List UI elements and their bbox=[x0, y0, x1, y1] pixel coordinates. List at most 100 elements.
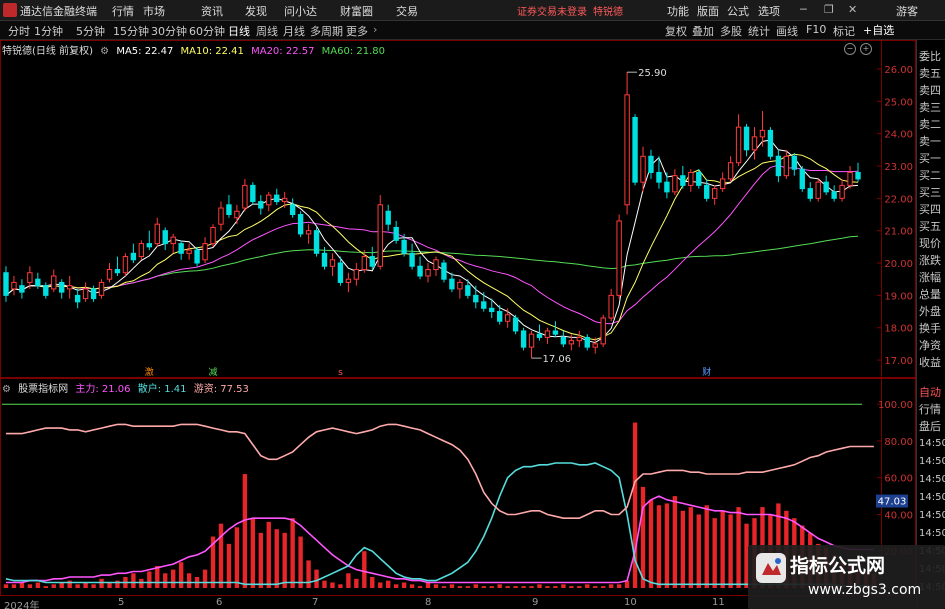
chart-area[interactable]: 17.00 18.00 19.00 20.00 21.00 22.00 23.00 24.00… bbox=[0, 0, 916, 609]
candle-body bbox=[688, 171, 694, 186]
indicator-bar bbox=[529, 586, 534, 588]
candle-body bbox=[544, 330, 551, 338]
candle-body bbox=[35, 278, 41, 287]
indicator-bar bbox=[521, 586, 526, 588]
tab-auto[interactable]: 自动 bbox=[919, 386, 941, 400]
indicator-bar bbox=[330, 582, 335, 588]
candle-body bbox=[3, 272, 9, 296]
candle-body bbox=[807, 188, 813, 199]
candle-body bbox=[122, 256, 129, 274]
candle-body bbox=[194, 249, 200, 264]
indicator-bar bbox=[99, 578, 104, 588]
indicator-bar bbox=[322, 580, 327, 588]
candle-body bbox=[321, 252, 328, 267]
indicator-bar bbox=[712, 518, 717, 588]
quote-label-sell-3: 卖三 bbox=[919, 101, 941, 114]
candle-body bbox=[154, 223, 160, 245]
candle-body bbox=[51, 275, 57, 290]
indicator-bar bbox=[178, 562, 184, 588]
candle-body bbox=[449, 278, 455, 290]
candle-body bbox=[82, 288, 89, 300]
indicator-bar bbox=[234, 527, 240, 588]
candle-body bbox=[441, 262, 447, 280]
indicator-bar bbox=[266, 521, 271, 588]
candle-body bbox=[624, 94, 630, 206]
indicator-bar bbox=[378, 582, 383, 588]
indicator-bar bbox=[441, 586, 447, 588]
indicator-bar bbox=[290, 518, 295, 588]
indicator-bar bbox=[656, 505, 662, 588]
candle-body bbox=[616, 220, 622, 296]
candle-body bbox=[11, 281, 17, 290]
candle-body bbox=[735, 126, 742, 164]
candle-body bbox=[162, 230, 168, 245]
candle-body bbox=[799, 168, 805, 190]
indicator-bar bbox=[481, 586, 486, 588]
candle-body bbox=[59, 281, 65, 293]
indicator-bar bbox=[680, 510, 686, 588]
candle-body bbox=[791, 155, 798, 170]
indicator-bar bbox=[449, 584, 455, 588]
indicator-bar bbox=[27, 584, 33, 588]
candle-body bbox=[680, 175, 686, 186]
candle-body bbox=[74, 294, 81, 303]
candle-body bbox=[210, 226, 216, 245]
candle-body bbox=[353, 268, 360, 280]
candle-body bbox=[656, 171, 662, 183]
indicator-bar bbox=[147, 571, 152, 588]
candle-body bbox=[696, 171, 702, 186]
candle-body bbox=[146, 243, 153, 248]
candle-body bbox=[218, 207, 224, 225]
candle-body bbox=[329, 259, 336, 267]
indicator-bar bbox=[386, 580, 391, 588]
event-marker: 激 bbox=[145, 366, 154, 378]
quote-label-buy-4: 买四 bbox=[919, 203, 941, 216]
candle-body bbox=[98, 281, 105, 296]
tab-quotes[interactable]: 行情 bbox=[919, 403, 941, 417]
indicator-bar bbox=[218, 523, 224, 588]
indicator-bar bbox=[370, 576, 375, 588]
candle-body bbox=[170, 236, 176, 245]
event-marker: 财 bbox=[702, 366, 711, 378]
quote-label-total-volume: 总量 bbox=[919, 288, 941, 301]
indicator-y-tick-label: 80.00 bbox=[884, 437, 913, 448]
candle-body bbox=[401, 239, 407, 254]
y-axis-tick-label: 18.00 bbox=[884, 324, 913, 335]
candle-body bbox=[847, 171, 853, 186]
indicator-bar bbox=[75, 584, 80, 588]
tab-after-hours[interactable]: 盘后 bbox=[919, 420, 941, 434]
indicator-bar bbox=[107, 582, 112, 588]
x-axis-label: 8 bbox=[425, 597, 432, 608]
candle-body bbox=[393, 226, 399, 241]
y-axis-tick-label: 24.00 bbox=[884, 130, 913, 141]
indicator-bar bbox=[242, 474, 248, 588]
candle-body bbox=[281, 197, 288, 203]
candle-body bbox=[719, 178, 726, 190]
candle-body bbox=[409, 252, 415, 267]
indicator-bar bbox=[250, 518, 256, 588]
candle-body bbox=[250, 184, 256, 203]
indicator-bar bbox=[457, 586, 463, 588]
indicator-bar bbox=[569, 586, 574, 588]
indicator-bar bbox=[35, 582, 41, 588]
watermark-title: 指标公式网 bbox=[790, 555, 886, 577]
candle-body bbox=[727, 162, 734, 180]
watermark-logo-icon bbox=[756, 553, 786, 583]
indicator-bar bbox=[354, 578, 359, 588]
candle-body bbox=[815, 181, 821, 199]
y-axis-tick-label: 21.00 bbox=[884, 227, 913, 238]
quote-label-turnover: 换手 bbox=[919, 322, 941, 335]
candle-body bbox=[560, 336, 567, 345]
trade-time: 14:50 bbox=[919, 510, 945, 521]
indicator-bar bbox=[585, 584, 590, 588]
candle-body bbox=[178, 243, 184, 254]
indicator-bar bbox=[298, 536, 303, 588]
quote-label-earnings: 收益 bbox=[919, 356, 941, 369]
candle-body bbox=[361, 256, 368, 270]
indicator-bar bbox=[401, 582, 407, 588]
candle-body bbox=[504, 314, 511, 322]
indicator-bar bbox=[131, 573, 136, 588]
indicator-bar bbox=[409, 584, 415, 588]
candle-body bbox=[489, 307, 495, 313]
candle-body bbox=[512, 317, 519, 332]
